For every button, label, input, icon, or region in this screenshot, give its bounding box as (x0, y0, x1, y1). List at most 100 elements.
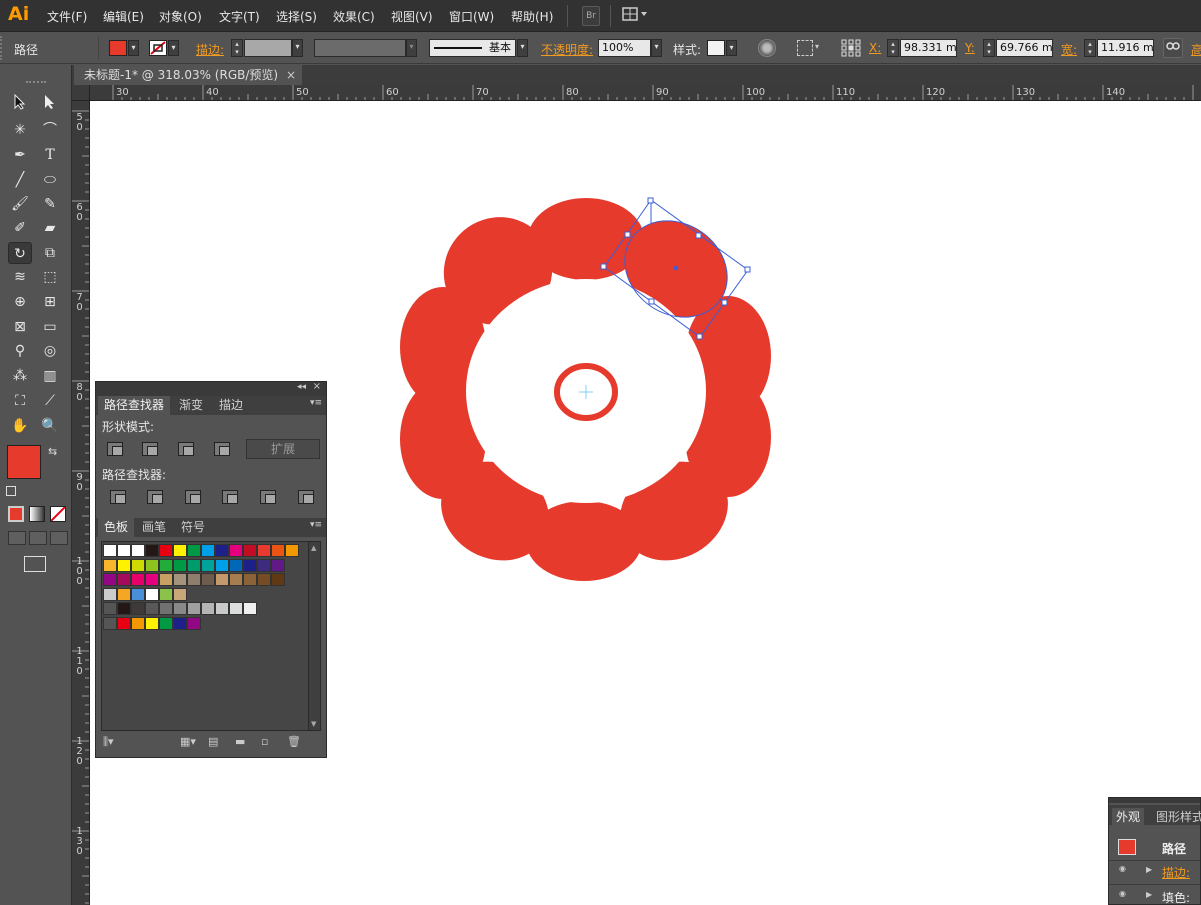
recolor-artwork-icon[interactable] (758, 39, 776, 57)
slice-tool-icon[interactable]: ⟋ (38, 390, 62, 412)
width-tool-icon[interactable]: ≋ (8, 266, 32, 288)
y-spinner[interactable]: ▴ ▾ (983, 39, 995, 57)
type-tool-icon[interactable]: T (38, 144, 62, 166)
panel-menu-icon[interactable]: ▾≡ (310, 398, 322, 408)
lasso-tool-icon[interactable]: ⌒ (38, 119, 62, 141)
color-swatch[interactable] (145, 587, 159, 601)
x-label[interactable]: X: (869, 41, 881, 55)
color-swatch[interactable] (229, 558, 243, 572)
swatch-libraries-icon[interactable]: ⫼▾ (103, 735, 114, 749)
color-swatch[interactable] (229, 602, 243, 615)
arrange-documents-icon[interactable] (621, 6, 649, 26)
shape-builder-tool-icon[interactable]: ⊕ (8, 291, 32, 313)
tab-symbols[interactable]: 符号 (175, 518, 211, 537)
intersect-icon[interactable] (178, 442, 194, 456)
panel-menu-icon[interactable]: ▾≡ (310, 520, 322, 530)
tab-pathfinder[interactable]: 路径查找器 (98, 396, 171, 415)
fill-color-swatch[interactable] (109, 40, 127, 56)
color-mode-icon[interactable] (8, 506, 24, 522)
color-swatch[interactable] (131, 602, 145, 615)
crop-icon[interactable] (222, 490, 238, 504)
collapse-panel-icon[interactable]: ◂◂ (297, 382, 306, 392)
eyedropper-tool-icon[interactable]: ⚲ (8, 340, 32, 362)
color-swatch[interactable] (159, 616, 173, 630)
scale-tool-icon[interactable]: ⧉ (38, 242, 62, 264)
menu-type[interactable]: 文字(T) (219, 8, 260, 25)
exclude-icon[interactable] (214, 442, 230, 456)
outline-icon[interactable] (260, 490, 276, 504)
color-swatch[interactable] (103, 544, 117, 557)
minus-front-icon[interactable] (142, 442, 158, 456)
eraser-tool-icon[interactable]: ▰ (38, 217, 62, 239)
color-swatch[interactable] (285, 544, 299, 557)
delete-swatch-icon[interactable]: 🗑 (287, 735, 301, 748)
color-swatch[interactable] (131, 587, 145, 601)
color-swatch[interactable] (145, 558, 159, 572)
hand-tool-icon[interactable]: ✋ (8, 415, 32, 437)
width-spinner[interactable]: ▴ ▾ (1084, 39, 1096, 57)
blob-brush-tool-icon[interactable]: ✐ (8, 217, 32, 239)
brush-dropdown-icon[interactable]: ▾ (517, 39, 528, 57)
color-swatch[interactable] (187, 544, 201, 557)
color-swatch[interactable] (103, 587, 117, 601)
color-swatch[interactable] (159, 558, 173, 572)
rotate-tool-icon[interactable]: ↻ (8, 242, 32, 264)
menu-object[interactable]: 对象(O) (159, 8, 202, 25)
draw-behind-icon[interactable] (29, 531, 47, 545)
symbol-sprayer-tool-icon[interactable]: ⁂ (8, 365, 32, 387)
ellipse-tool-icon[interactable]: ⬭ (38, 169, 62, 191)
none-mode-icon[interactable] (50, 506, 66, 522)
brush-definition-field[interactable]: 基本 (429, 39, 516, 57)
opacity-label[interactable]: 不透明度: (541, 41, 593, 58)
color-swatch[interactable] (145, 544, 159, 557)
pen-tool-icon[interactable]: ✒ (8, 144, 32, 166)
stroke-weight-label[interactable]: 描边: (196, 41, 224, 58)
transform-icon[interactable] (797, 40, 813, 56)
color-swatch[interactable] (215, 602, 229, 615)
draw-normal-icon[interactable] (8, 531, 26, 545)
color-swatch[interactable] (117, 558, 131, 572)
magic-wand-tool-icon[interactable]: ✳ (8, 119, 32, 141)
paintbrush-tool-icon[interactable]: 🖌 (8, 193, 32, 215)
appearance-stroke-label[interactable]: 描边: (1162, 864, 1190, 881)
line-tool-icon[interactable]: ╱ (8, 169, 32, 191)
document-tab[interactable]: 未标题-1* @ 318.03% (RGB/预览) × (74, 65, 302, 85)
tab-gradient[interactable]: 渐变 (173, 396, 209, 415)
transform-dropdown-icon[interactable]: ▾ (815, 42, 819, 51)
color-swatch[interactable] (257, 558, 271, 572)
width-label[interactable]: 宽: (1061, 41, 1077, 58)
zoom-tool-icon[interactable]: 🔍 (38, 415, 62, 437)
tab-graphic-styles[interactable]: 图形样式 (1156, 808, 1201, 825)
color-swatch[interactable] (187, 602, 201, 615)
divide-icon[interactable] (110, 490, 126, 504)
tab-swatches[interactable]: 色板 (98, 518, 135, 537)
color-swatch[interactable] (243, 558, 257, 572)
minus-back-icon[interactable] (298, 490, 314, 504)
color-swatch[interactable] (117, 616, 131, 630)
width-field[interactable]: 11.916 mm (1097, 39, 1154, 57)
color-swatch[interactable] (131, 544, 145, 557)
color-swatch[interactable] (187, 558, 201, 572)
reference-point-icon[interactable] (841, 39, 861, 60)
menu-file[interactable]: 文件(F) (47, 8, 87, 25)
color-swatch[interactable] (173, 616, 187, 630)
tab-appearance[interactable]: 外观 (1112, 808, 1145, 825)
color-swatch[interactable] (173, 558, 187, 572)
opacity-dropdown-icon[interactable]: ▾ (651, 39, 662, 57)
color-swatch[interactable] (187, 573, 201, 586)
show-swatch-kinds-icon[interactable]: ▦▾ (180, 735, 196, 748)
gradient-tool-icon[interactable]: ▭ (38, 316, 62, 338)
color-swatch[interactable] (243, 602, 257, 615)
color-swatch[interactable] (243, 573, 257, 586)
menu-edit[interactable]: 编辑(E) (103, 8, 144, 25)
color-swatch[interactable] (257, 573, 271, 586)
color-swatch[interactable] (145, 602, 159, 615)
horizontal-ruler[interactable]: 30 40 50 60 70 80 90 100 110 120 130 140 (90, 85, 1201, 101)
menu-help[interactable]: 帮助(H) (511, 8, 553, 25)
color-swatch[interactable] (173, 602, 187, 615)
perspective-grid-tool-icon[interactable]: ⊞ (38, 291, 62, 313)
color-swatch[interactable] (117, 573, 131, 586)
color-swatch[interactable] (131, 616, 145, 630)
menu-select[interactable]: 选择(S) (276, 8, 317, 25)
graphic-style-swatch[interactable] (707, 40, 725, 56)
